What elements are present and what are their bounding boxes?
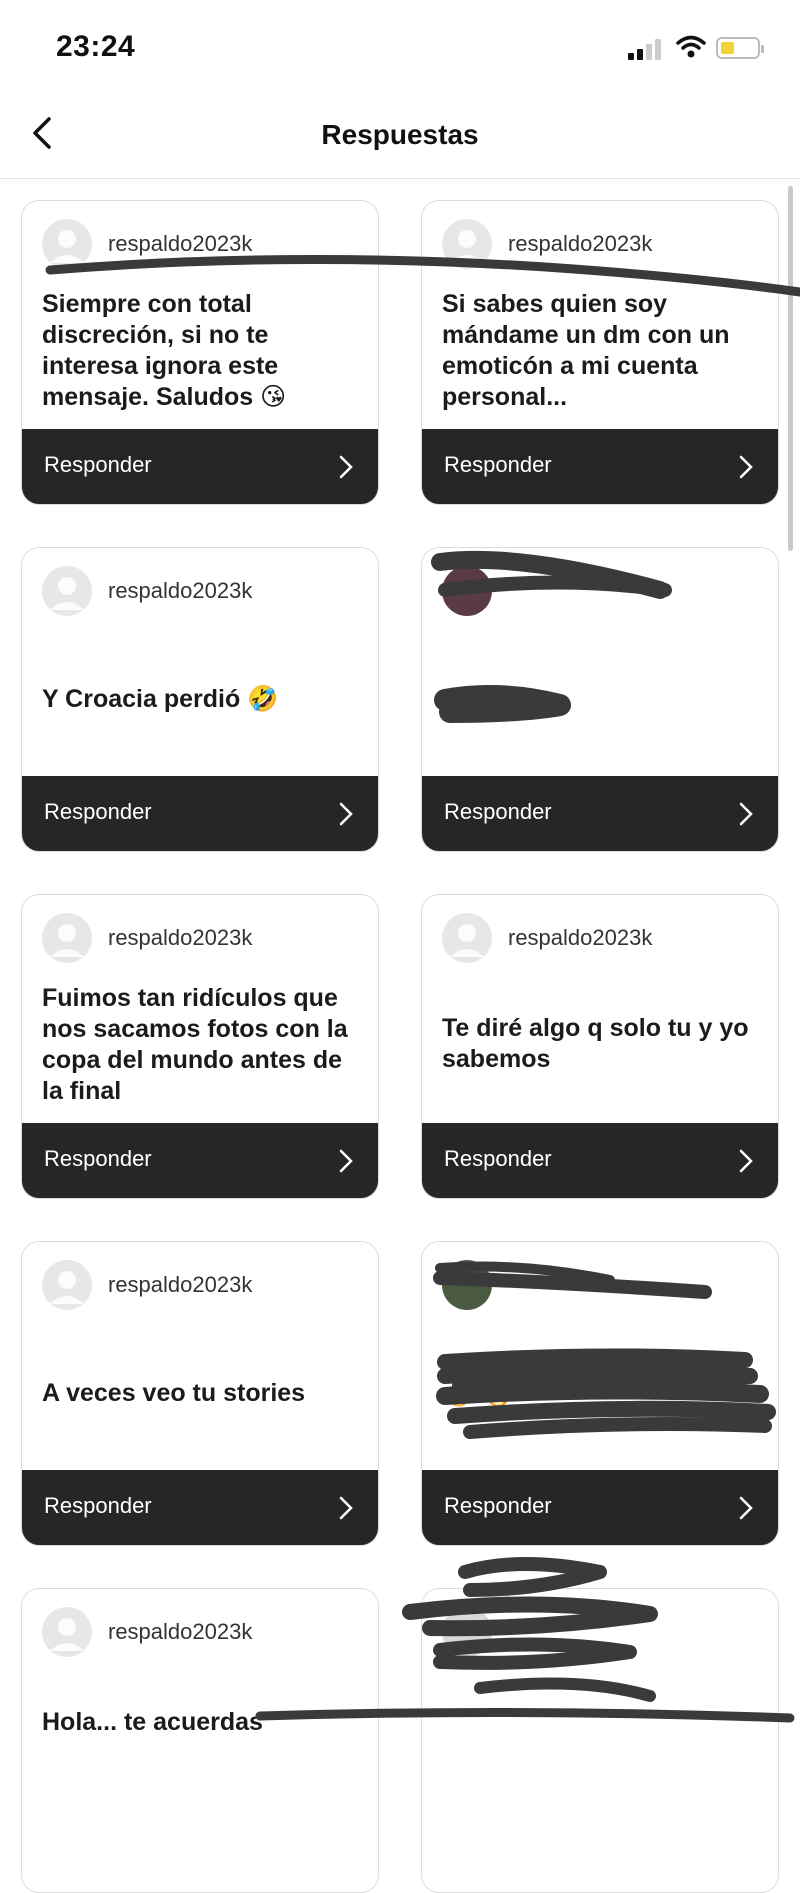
reply-label: Responder [44,799,152,824]
reply-message: 🔥 🔥 [442,1377,514,1407]
reply-button[interactable]: Responder [422,1470,778,1545]
avatar [42,1260,92,1310]
username[interactable]: respaldo2023k [108,925,252,951]
avatar [42,913,92,963]
chevron-right-icon [339,1149,353,1173]
reply-card: respaldo2023k A veces veo tu stories Res… [21,1241,379,1546]
avatar [442,913,492,963]
reply-label: Responder [444,452,552,477]
reply-message: Si sabes quien soy mándame un dm con un … [442,290,730,411]
replies-grid: respaldo2023k Siempre con total discreci… [0,0,800,1893]
reply-card: 🔥 🔥 Responder [421,1241,779,1546]
reply-message: A veces veo tu stories [42,1379,306,1407]
reply-label: Responder [444,799,552,824]
username[interactable]: respaldo2023k [508,925,652,951]
chevron-right-icon [739,1496,753,1520]
reply-card: respaldo2023k Si sabes quien soy mándame… [421,200,779,505]
username[interactable]: respaldo2023k [108,578,252,604]
reply-card: respaldo2023k Y Croacia perdió 🤣 Respond… [21,547,379,852]
reply-button[interactable]: Responder [422,776,778,851]
reply-label: Responder [44,452,152,477]
chevron-right-icon [739,1149,753,1173]
reply-button[interactable]: Responder [22,429,378,504]
avatar [442,219,492,269]
reply-label: Responder [444,1493,552,1518]
reply-card: respaldo2023k Fuimos tan ridículos que n… [21,894,379,1199]
reply-message: Fuimos tan ridículos que nos sacamos fot… [42,984,348,1105]
username[interactable]: respaldo2023k [108,1272,252,1298]
reply-message: Siempre con total discreción, si no te i… [42,290,287,411]
chevron-right-icon [339,802,353,826]
chevron-right-icon [739,455,753,479]
reply-button[interactable]: Responder [22,1123,378,1198]
avatar [42,566,92,616]
avatar [442,1260,492,1310]
chevron-right-icon [739,802,753,826]
avatar [442,1607,492,1657]
reply-message: Hola... te acuerdas [42,1708,263,1736]
avatar [42,1607,92,1657]
reply-message: Te diré algo q solo tu y yo sabemos [442,1014,749,1073]
username[interactable]: respaldo2023k [508,231,652,257]
reply-card [421,1588,779,1893]
avatar [42,219,92,269]
chevron-right-icon [339,455,353,479]
reply-button[interactable]: Responder [22,1470,378,1545]
reply-label: Responder [44,1146,152,1171]
reply-card: Responder [421,547,779,852]
chevron-right-icon [339,1496,353,1520]
reply-card: respaldo2023k Siempre con total discreci… [21,200,379,505]
reply-button[interactable]: Responder [422,429,778,504]
username[interactable]: respaldo2023k [108,1619,252,1645]
reply-label: Responder [444,1146,552,1171]
avatar [442,566,492,616]
reply-card: respaldo2023k Te diré algo q solo tu y y… [421,894,779,1199]
reply-button[interactable]: Responder [422,1123,778,1198]
reply-card: respaldo2023k Hola... te acuerdas [21,1588,379,1893]
username[interactable]: respaldo2023k [108,231,252,257]
reply-message: Y Croacia perdió 🤣 [42,685,279,713]
reply-label: Responder [44,1493,152,1518]
reply-button[interactable]: Responder [22,776,378,851]
